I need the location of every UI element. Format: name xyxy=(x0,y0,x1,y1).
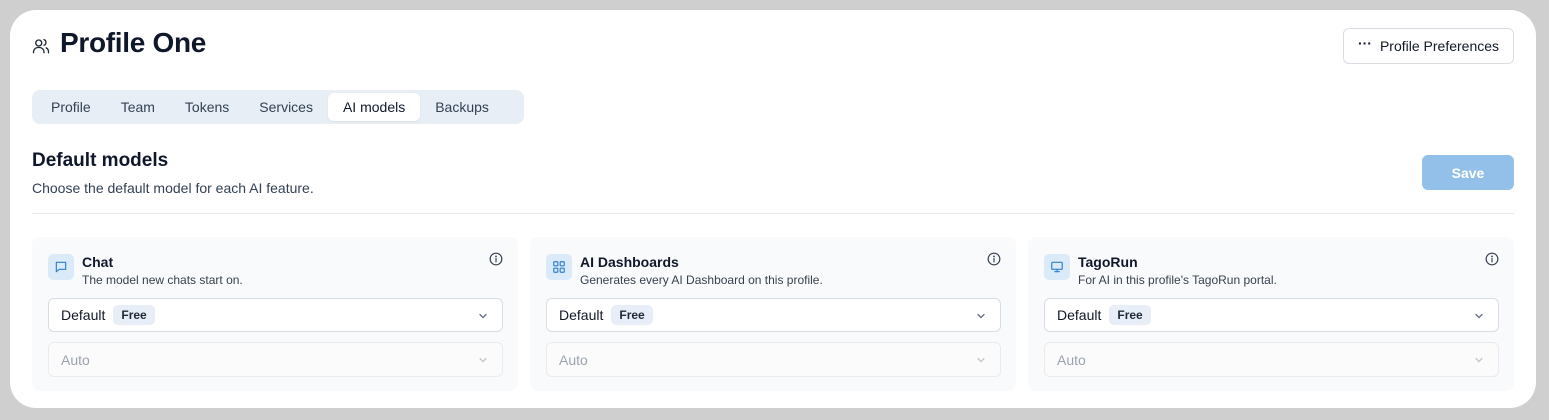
profile-preferences-label: Profile Preferences xyxy=(1379,38,1500,54)
free-badge: Free xyxy=(1109,305,1151,325)
chevron-down-icon xyxy=(479,313,487,319)
model-select[interactable]: Default Free xyxy=(1044,298,1499,332)
card-title: Chat xyxy=(82,254,114,270)
free-badge: Free xyxy=(611,305,653,325)
save-button[interactable]: Save xyxy=(1422,155,1514,190)
model-card-ai-dashboards: AI Dashboards Generates every AI Dashboa… xyxy=(530,237,1016,391)
chevron-down-icon xyxy=(977,313,985,319)
dashboard-icon xyxy=(546,254,572,280)
secondary-select[interactable]: Auto xyxy=(48,342,503,377)
chevron-down-icon xyxy=(479,357,487,363)
card-description: For AI in this profile's TagoRun portal. xyxy=(1078,273,1277,287)
chat-icon xyxy=(48,254,74,280)
tab-tokens[interactable]: Tokens xyxy=(170,93,244,121)
card-title: AI Dashboards xyxy=(580,254,679,270)
chevron-down-icon xyxy=(977,357,985,363)
free-badge: Free xyxy=(113,305,155,325)
secondary-select-value: Auto xyxy=(1057,351,1086,368)
secondary-select-value: Auto xyxy=(61,351,90,368)
tab-team[interactable]: Team xyxy=(106,93,170,121)
divider xyxy=(32,213,1514,214)
model-card-tagorun: TagoRun For AI in this profile's TagoRun… xyxy=(1028,237,1514,391)
model-select-value: Default xyxy=(559,307,604,323)
tab-ai-models[interactable]: AI models xyxy=(327,93,421,121)
card-description: The model new chats start on. xyxy=(82,273,243,287)
chevron-down-icon xyxy=(1475,357,1483,363)
monitor-icon xyxy=(1044,254,1070,280)
chevron-down-icon xyxy=(1475,313,1483,319)
model-select[interactable]: Default Free xyxy=(546,298,1001,332)
model-select-value: Default xyxy=(61,307,106,323)
info-icon[interactable] xyxy=(1485,252,1499,266)
model-select-value: Default xyxy=(1057,307,1102,323)
card-title: TagoRun xyxy=(1078,254,1138,270)
secondary-select[interactable]: Auto xyxy=(546,342,1001,377)
tab-profile[interactable]: Profile xyxy=(36,93,106,121)
secondary-select[interactable]: Auto xyxy=(1044,342,1499,377)
tab-bar: Profile Team Tokens Services AI models B… xyxy=(32,90,524,124)
model-card-chat: Chat The model new chats start on. Defau… xyxy=(32,237,518,391)
section-subtitle: Choose the default model for each AI fea… xyxy=(32,180,314,196)
model-cards: Chat The model new chats start on. Defau… xyxy=(32,237,1514,391)
tab-backups[interactable]: Backups xyxy=(420,93,504,121)
tab-services[interactable]: Services xyxy=(244,93,328,121)
section-title: Default models xyxy=(32,150,169,171)
info-icon[interactable] xyxy=(489,252,503,266)
card-description: Generates every AI Dashboard on this pro… xyxy=(580,273,823,287)
profile-preferences-button[interactable]: ··· Profile Preferences xyxy=(1343,28,1514,64)
info-icon[interactable] xyxy=(987,252,1001,266)
model-select[interactable]: Default Free xyxy=(48,298,503,332)
page-title: Profile One xyxy=(60,27,207,58)
secondary-select-value: Auto xyxy=(559,351,588,368)
more-dots-icon: ··· xyxy=(1357,35,1372,51)
app-window: Profile One ··· Profile Preferences Prof… xyxy=(10,10,1536,408)
users-icon xyxy=(32,38,50,54)
